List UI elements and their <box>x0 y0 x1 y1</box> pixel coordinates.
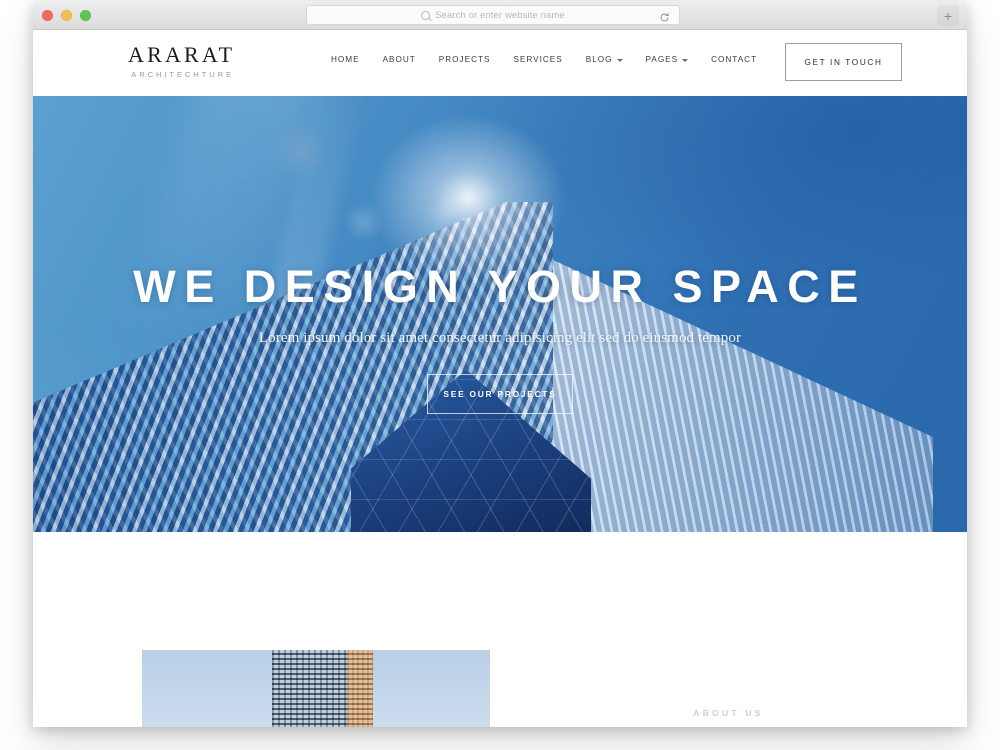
nav-label-pages: PAGES <box>645 55 679 64</box>
nav-label-contact: CONTACT <box>711 55 758 64</box>
hero-content: WE DESIGN YOUR SPACE Lorem ipsum dolor s… <box>33 264 967 414</box>
about-label-container: ABOUT US <box>490 708 967 718</box>
search-icon <box>421 10 431 20</box>
hero-subtitle: Lorem ipsum dolor sit amet consectetur a… <box>258 330 742 346</box>
about-image-building-edge <box>347 650 373 727</box>
nav-label-services: SERVICES <box>513 55 563 64</box>
hero-section: WE DESIGN YOUR SPACE Lorem ipsum dolor s… <box>33 96 967 532</box>
about-section: ABOUT US <box>33 532 967 727</box>
browser-titlebar: Search or enter website name + <box>33 1 967 30</box>
chevron-down-icon <box>616 58 623 62</box>
see-our-projects-button[interactable]: SEE OUR PROJECTS <box>427 374 573 414</box>
minimize-window-button[interactable] <box>61 10 72 21</box>
address-bar[interactable]: Search or enter website name <box>306 5 680 25</box>
brand-tagline: ARCHITECHTURE <box>131 70 234 80</box>
nav-label-projects: PROJECTS <box>438 55 491 64</box>
site-logo[interactable]: ARARAT ARCHITECHTURE <box>128 42 235 79</box>
lens-flare-dot <box>270 121 330 181</box>
nav-item-about[interactable]: ABOUT <box>383 55 416 64</box>
about-image <box>142 650 490 727</box>
about-image-building <box>272 650 354 727</box>
address-bar-content: Search or enter website name <box>421 10 565 21</box>
close-window-button[interactable] <box>42 10 53 21</box>
new-tab-label: + <box>943 7 953 24</box>
site-header: ARARAT ARCHITECHTURE HOME ABOUT PROJECTS… <box>33 30 967 96</box>
main-navigation: HOME ABOUT PROJECTS SERVICES BLOG PAGES … <box>331 55 757 64</box>
nav-label-blog: BLOG <box>585 55 613 64</box>
nav-item-projects[interactable]: PROJECTS <box>439 55 491 64</box>
browser-window: Search or enter website name + ARARAT AR… <box>33 1 967 727</box>
window-controls <box>42 10 91 21</box>
maximize-window-button[interactable] <box>80 10 91 21</box>
new-tab-button[interactable]: + <box>937 5 959 26</box>
reload-icon[interactable] <box>659 10 670 22</box>
nav-item-home[interactable]: HOME <box>331 55 360 64</box>
nav-item-services[interactable]: SERVICES <box>513 55 562 64</box>
nav-label-home: HOME <box>331 55 360 64</box>
nav-item-contact[interactable]: CONTACT <box>711 55 757 64</box>
about-us-label: ABOUT US <box>693 708 764 718</box>
brand-name: ARARAT <box>128 42 236 67</box>
nav-item-blog[interactable]: BLOG <box>586 55 623 64</box>
screenshot-stage: Search or enter website name + ARARAT AR… <box>0 0 1000 750</box>
chevron-down-icon <box>682 58 689 62</box>
get-in-touch-button[interactable]: GET IN TOUCH <box>785 43 902 81</box>
nav-label-about: ABOUT <box>382 55 416 64</box>
nav-item-pages[interactable]: PAGES <box>646 55 689 64</box>
page-viewport: ARARAT ARCHITECHTURE HOME ABOUT PROJECTS… <box>33 30 967 727</box>
hero-title: WE DESIGN YOUR SPACE <box>133 261 867 312</box>
address-bar-placeholder: Search or enter website name <box>435 9 565 21</box>
